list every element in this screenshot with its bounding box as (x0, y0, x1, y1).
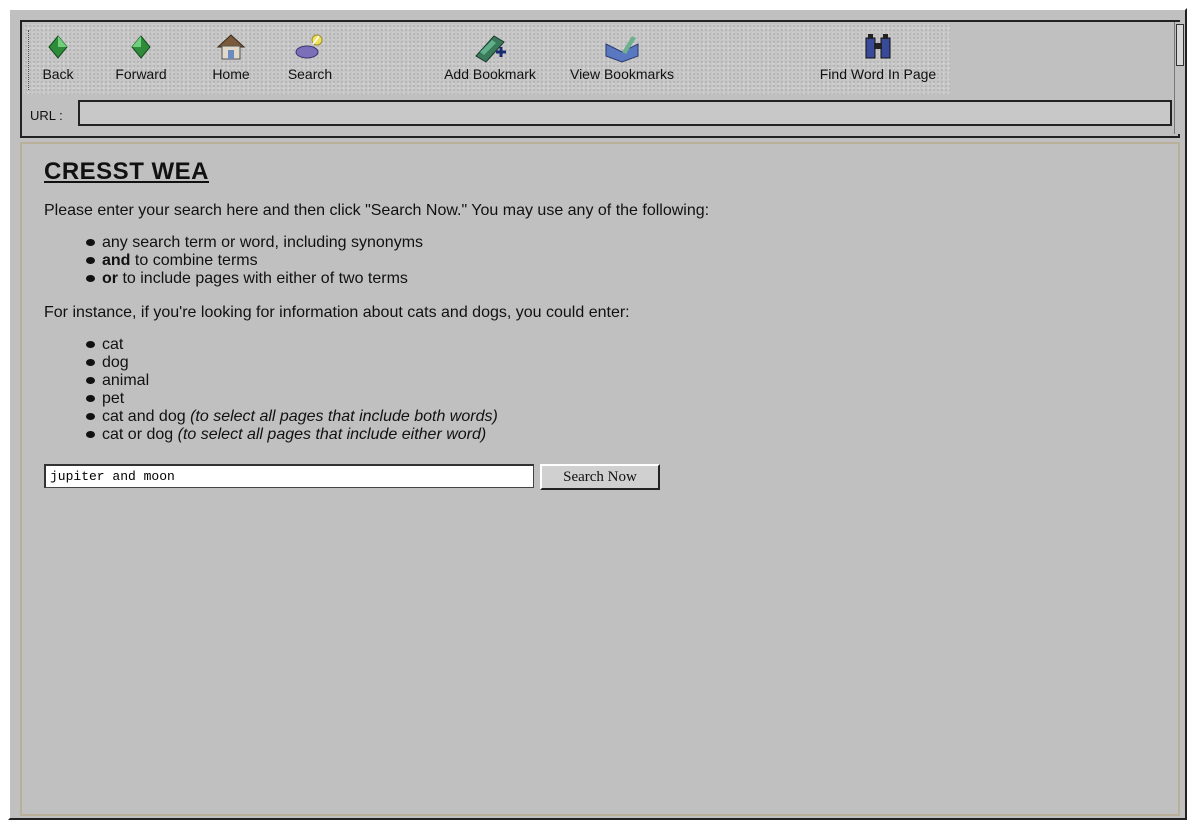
example-text: pet (102, 390, 125, 407)
example-text: cat (102, 336, 124, 353)
toolbar-frame: Back Forward Home Search Add Bookmark Vi… (20, 20, 1180, 138)
search-row: Search Now (44, 464, 1168, 492)
forward-label: Forward (115, 66, 167, 82)
search-button[interactable]: Search (280, 30, 340, 88)
find-word-button[interactable]: Find Word In Page (808, 30, 948, 88)
url-row: URL : (24, 98, 1176, 132)
view-bookmarks-button[interactable]: View Bookmarks (558, 30, 686, 88)
view-bookmarks-icon (558, 30, 686, 64)
find-word-label: Find Word In Page (819, 66, 937, 82)
list-item: cat (84, 336, 1168, 354)
list-item: any search term or word, including synon… (84, 234, 1168, 252)
content-frame: CRESST WEA Please enter your search here… (20, 142, 1180, 816)
list-item: cat and dog (to select all pages that in… (84, 408, 1168, 426)
example-text: animal (102, 372, 150, 389)
scrollbar-thumb[interactable] (1176, 24, 1184, 66)
option-keyword: or (102, 270, 118, 287)
intro-text: Please enter your search here and then c… (44, 202, 710, 219)
example-text: cat or dog (102, 426, 178, 443)
search-icon (280, 30, 340, 64)
forward-button[interactable]: Forward (106, 30, 176, 88)
url-label: URL : (30, 108, 63, 123)
view-bookmarks-label: View Bookmarks (569, 66, 674, 82)
add-bookmark-button[interactable]: Add Bookmark (434, 30, 546, 88)
examples-list: cat dog animal pet cat and dog (to selec… (84, 336, 1168, 444)
home-icon (204, 30, 258, 64)
search-now-button[interactable]: Search Now (540, 464, 660, 490)
search-options-list: any search term or word, including synon… (84, 234, 1168, 288)
toolbar-scrollbar[interactable] (1174, 22, 1185, 134)
back-arrow-icon (38, 30, 78, 64)
forward-arrow-icon (106, 30, 176, 64)
home-label: Home (212, 66, 250, 82)
back-label: Back (42, 66, 74, 82)
browser-window: Back Forward Home Search Add Bookmark Vi… (8, 8, 1187, 820)
list-item: and to combine terms (84, 252, 1168, 270)
search-label: Search (287, 66, 333, 82)
example-text: dog (102, 354, 129, 371)
add-bookmark-icon (434, 30, 546, 64)
list-item: or to include pages with either of two t… (84, 270, 1168, 288)
toolbar-grip[interactable] (28, 30, 33, 90)
page-title: CRESST WEA (44, 158, 210, 185)
option-text: to combine terms (130, 252, 258, 269)
page-content: CRESST WEA Please enter your search here… (36, 152, 1168, 492)
option-text: any search term or word, including synon… (102, 234, 424, 251)
example-note: (to select all pages that include both w… (190, 408, 498, 425)
list-item: animal (84, 372, 1168, 390)
example-note: (to select all pages that include either… (177, 426, 487, 443)
toolbar: Back Forward Home Search Add Bookmark Vi… (24, 24, 950, 94)
example-text: cat and dog (102, 408, 191, 425)
option-text: to include pages with either of two term… (118, 270, 408, 287)
url-input[interactable] (78, 100, 1172, 126)
list-item: pet (84, 390, 1168, 408)
search-input[interactable] (44, 464, 534, 488)
option-keyword: and (102, 252, 131, 269)
binoculars-icon (808, 30, 948, 64)
home-button[interactable]: Home (204, 30, 258, 88)
list-item: dog (84, 354, 1168, 372)
back-button[interactable]: Back (38, 30, 78, 88)
add-bookmark-label: Add Bookmark (444, 66, 536, 82)
instance-text: For instance, if you're looking for info… (44, 304, 630, 321)
list-item: cat or dog (to select all pages that inc… (84, 426, 1168, 444)
